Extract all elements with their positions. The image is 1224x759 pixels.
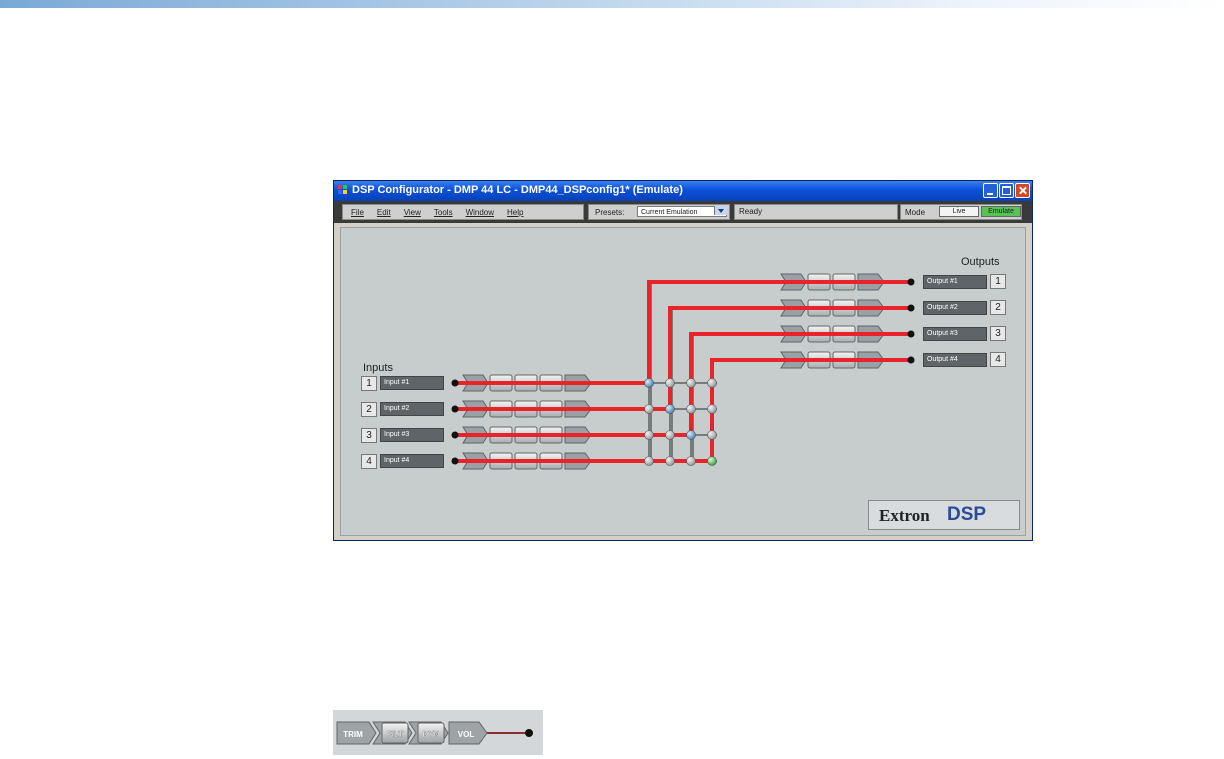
signal-flow-canvas: Inputs 1 Input #1 2 Input #2 3 Input #3 …: [340, 227, 1026, 536]
strip-block-filt[interactable]: FILT: [372, 721, 413, 745]
strip-block-trim[interactable]: TRIM: [336, 721, 377, 745]
extron-dsp-logo: Extron DSP: [868, 500, 1020, 530]
strip-label-filt: FILT: [387, 730, 403, 739]
input-4-number: 4: [361, 454, 377, 469]
close-button[interactable]: [1015, 183, 1030, 198]
crosspoint-in4-out4[interactable]: [707, 456, 717, 466]
crosspoint-in4-out3[interactable]: [686, 456, 696, 466]
app-icon: [338, 185, 348, 195]
crosspoint-in2-out4[interactable]: [707, 404, 717, 414]
title-bar[interactable]: DSP Configurator - DMP 44 LC - DMP44_DSP…: [334, 181, 1032, 201]
crosspoint-in3-out1[interactable]: [644, 430, 654, 440]
menu-help[interactable]: Help: [507, 208, 523, 217]
strip-output-connector: [525, 729, 533, 737]
crosspoint-in4-out1[interactable]: [644, 456, 654, 466]
output-1-connector: [907, 278, 915, 286]
output-2-connector: [907, 304, 915, 312]
crosspoint-in1-out4[interactable]: [707, 378, 717, 388]
presets-panel: Presets: Current Emulation: [588, 204, 730, 220]
input-3-name[interactable]: Input #3: [380, 428, 444, 442]
strip-label-dyn: DYN: [423, 730, 440, 739]
mode-label: Mode: [905, 208, 926, 217]
crosspoint-in1-out1[interactable]: [644, 378, 654, 388]
crosspoint-in3-out2[interactable]: [665, 430, 675, 440]
strip-label-vol: VOL: [458, 730, 475, 739]
crosspoint-in2-out2[interactable]: [665, 404, 675, 414]
chevron-down-icon[interactable]: [714, 206, 727, 215]
logo-brand: Extron: [879, 506, 930, 525]
status-field: Ready: [734, 204, 898, 220]
menu-bar: File Edit View Tools Window Help: [342, 204, 584, 220]
input-2-connector: [451, 405, 459, 413]
output-3-connector: [907, 330, 915, 338]
crosspoint-in3-out4[interactable]: [707, 430, 717, 440]
input-1-name[interactable]: Input #1: [380, 376, 444, 390]
strip-block-vol[interactable]: VOL: [448, 721, 488, 745]
matrix-crosspoints[interactable]: [644, 378, 717, 466]
minimize-button[interactable]: [983, 183, 998, 198]
toolbar: File Edit View Tools Window Help Presets…: [334, 201, 1032, 223]
output-4-connector: [907, 356, 915, 364]
menu-window[interactable]: Window: [466, 208, 494, 217]
crosspoint-in2-out1[interactable]: [644, 404, 654, 414]
input-4-name[interactable]: Input #4: [380, 454, 444, 468]
app-window: DSP Configurator - DMP 44 LC - DMP44_DSP…: [333, 180, 1033, 541]
output-4-number: 4: [990, 352, 1006, 367]
input-1-connector: [451, 379, 459, 387]
inputs-heading: Inputs: [363, 362, 393, 374]
top-decorative-band: [0, 0, 1224, 8]
menu-tools[interactable]: Tools: [434, 208, 453, 217]
window-title: DSP Configurator - DMP 44 LC - DMP44_DSP…: [352, 184, 683, 196]
menu-view[interactable]: View: [404, 208, 421, 217]
processing-strip-graphic: TRIM FILT DYN VOL: [336, 721, 533, 745]
input-3-number: 3: [361, 428, 377, 443]
output-4-name[interactable]: Output #4: [923, 353, 987, 367]
mode-panel: Mode Live Emulate: [900, 204, 1022, 220]
strip-label-trim: TRIM: [343, 730, 363, 739]
mode-emulate-button[interactable]: Emulate: [981, 206, 1021, 217]
output-3-number: 3: [990, 326, 1006, 341]
crosspoint-in1-out2[interactable]: [665, 378, 675, 388]
output-2-name[interactable]: Output #2: [923, 301, 987, 315]
maximize-button[interactable]: [999, 183, 1014, 198]
crosspoint-in1-out3[interactable]: [686, 378, 696, 388]
input-3-connector: [451, 431, 459, 439]
outputs-heading: Outputs: [961, 256, 1000, 268]
mode-live-button[interactable]: Live: [939, 206, 979, 217]
input-2-number: 2: [361, 402, 377, 417]
strip-block-dyn[interactable]: DYN: [408, 721, 449, 745]
input-1-number: 1: [361, 376, 377, 391]
menu-file[interactable]: File: [351, 208, 364, 217]
output-1-number: 1: [990, 274, 1006, 289]
logo-product: DSP: [947, 504, 987, 525]
output-1-name[interactable]: Output #1: [923, 275, 987, 289]
crosspoint-in3-out3[interactable]: [686, 430, 696, 440]
crosspoint-in2-out3[interactable]: [686, 404, 696, 414]
input-2-name[interactable]: Input #2: [380, 402, 444, 416]
menu-edit[interactable]: Edit: [377, 208, 391, 217]
output-3-name[interactable]: Output #3: [923, 327, 987, 341]
output-2-number: 2: [990, 300, 1006, 315]
input-4-connector: [451, 457, 459, 465]
crosspoint-in4-out2[interactable]: [665, 456, 675, 466]
processing-strip-closeup: TRIM FILT DYN VOL: [333, 710, 543, 755]
presets-label: Presets:: [595, 208, 625, 217]
